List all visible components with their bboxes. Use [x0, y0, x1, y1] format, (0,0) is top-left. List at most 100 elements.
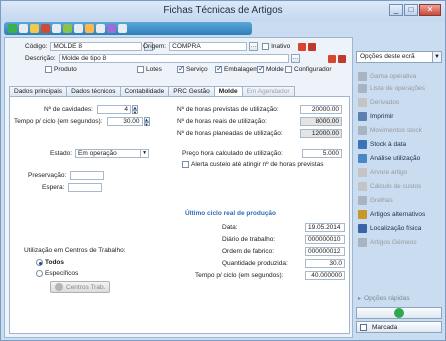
ordem-field: 000000012 [305, 247, 345, 256]
codigo-field[interactable]: MOLDE 8 [50, 42, 143, 51]
side-artigos-alternativos[interactable]: Artigos alternativos [356, 209, 442, 220]
toolbar [4, 22, 252, 35]
lotes-check[interactable]: Lotes [137, 66, 162, 73]
application-window: Fichas Técnicas de Artigos _ □ ✕ Código:… [0, 0, 446, 341]
delete-icon[interactable] [41, 24, 50, 33]
molde-checkbox[interactable] [257, 64, 265, 73]
lista-operacoes-icon [358, 84, 367, 93]
radio-especificos[interactable]: Específicos [36, 270, 78, 277]
servico-checkbox[interactable] [177, 64, 185, 73]
espera-field[interactable] [68, 183, 103, 192]
ultimo-ciclo-title: Último ciclo real de produção [185, 210, 277, 217]
lotes-checkbox[interactable] [137, 66, 144, 73]
centros-trab-button: Centros Trab. [50, 281, 111, 293]
side-artigos-gemeos: Artigos Gémeos [356, 237, 442, 248]
inativo-checkbox[interactable] [262, 43, 270, 50]
molde-label: Molde [266, 66, 284, 73]
print-icon[interactable] [107, 24, 116, 33]
tree-icon [358, 168, 367, 177]
produto-checkbox[interactable] [45, 66, 52, 73]
side-lista-operacoes: Lista de operações [356, 83, 442, 94]
alerta-checkbox[interactable] [182, 161, 189, 168]
radio-todos[interactable]: Todos [36, 259, 64, 266]
embalagem-check[interactable]: Embalagem [215, 64, 259, 73]
help-icon[interactable] [118, 24, 127, 33]
preco-hora-field[interactable]: 5.000 [302, 149, 342, 158]
close-button[interactable]: ✕ [419, 4, 441, 16]
origem-lookup-button[interactable]: … [249, 42, 259, 51]
previous-record-icon[interactable] [63, 24, 72, 33]
todos-radio[interactable] [36, 259, 43, 266]
maximize-button[interactable]: □ [404, 4, 418, 16]
search-icon[interactable] [96, 24, 105, 33]
produto-check[interactable]: Produto [45, 66, 77, 73]
ultimo-ciclo-section: Último ciclo real de produção [185, 210, 276, 217]
side-artigos-alternativos-label: Artigos alternativos [370, 211, 426, 218]
tab-contabilidade[interactable]: Contabilidade [119, 86, 170, 96]
tempo-ciclo-field[interactable]: 30.00 [106, 117, 143, 126]
open-icon[interactable] [19, 24, 28, 33]
refresh-button[interactable] [356, 307, 442, 319]
chevron-down-icon[interactable]: ▼ [432, 52, 441, 62]
lotes-label: Lotes [146, 66, 162, 73]
espera-row: Espera: [42, 183, 103, 192]
next-record-icon[interactable] [74, 24, 83, 33]
descricao-field[interactable]: Molde de tipo 8 [58, 54, 289, 63]
marcada-button[interactable]: Marcada [356, 321, 442, 333]
chevron-down-icon[interactable]: ▼ [140, 150, 148, 157]
side-calculo-custos: Cálculo de custos [356, 181, 442, 192]
origem-field[interactable]: COMPRA [169, 42, 248, 51]
quick-options[interactable]: ▸ Opções rápidas [356, 293, 442, 304]
side-stock-data-label: Stock à data [370, 141, 407, 148]
side-imprimir[interactable]: Imprimir [356, 111, 442, 122]
tab-dados-principais[interactable]: Dados principais [9, 86, 68, 96]
record-lock-icon [308, 42, 317, 51]
especificos-radio[interactable] [36, 270, 43, 277]
attachment-icon[interactable] [327, 54, 336, 63]
options-select[interactable]: Opções deste ecrã ▼ [356, 51, 442, 63]
produto-label: Produto [54, 66, 77, 73]
cavidades-stepper[interactable]: ▲ ▼ [132, 105, 138, 114]
side-analise-utilizacao[interactable]: Análise utilização [356, 153, 442, 164]
last-record-icon[interactable] [85, 24, 94, 33]
preservacao-row: Preservação: [28, 171, 105, 180]
tempo-ciclo-label: Tempo p/ ciclo (em segundos): [14, 118, 103, 125]
configurador-check[interactable]: Configurador [285, 66, 332, 73]
horas-previstas-field[interactable]: 20000.00 [300, 105, 342, 114]
tab-dados-tecnicos[interactable]: Dados técnicos [66, 86, 121, 96]
estado-select[interactable]: Em operação ▼ [75, 149, 150, 158]
utilizacao-label: Utilização em Centros de Trabalho: [24, 247, 126, 254]
save-icon[interactable] [30, 24, 39, 33]
alerta-row[interactable]: Alerta custeio até atingir nº de horas p… [182, 161, 323, 168]
minimize-button[interactable]: _ [389, 4, 403, 16]
configurador-checkbox[interactable] [285, 66, 292, 73]
side-imprimir-label: Imprimir [370, 113, 394, 120]
new-record-icon[interactable] [8, 24, 17, 33]
side-analise-utilizacao-label: Análise utilização [370, 155, 421, 162]
diario-row: Diário de trabalho: 000000010 [222, 235, 345, 244]
first-record-icon[interactable] [52, 24, 61, 33]
embalagem-checkbox[interactable] [215, 64, 223, 73]
gama-operativa-icon [358, 72, 367, 81]
descricao-lookup-button[interactable]: … [290, 54, 300, 63]
horas-reais-field: 8000.00 [300, 117, 342, 126]
horas-planeadas-row: Nº de horas planeadas de utilização: 120… [177, 129, 342, 138]
notes-icon[interactable] [337, 54, 346, 63]
tab-prc-gestao[interactable]: PRC Gestão [168, 86, 215, 96]
horas-previstas-label: Nº de horas previstas de utilização: [177, 106, 279, 113]
utilizacao-section: Utilização em Centros de Trabalho: [24, 247, 126, 254]
codigo-label: Código: [25, 43, 48, 50]
molde-check[interactable]: Molde [257, 64, 284, 73]
options-panel: Opções deste ecrã ▼ Gama operativa Lista… [356, 37, 444, 338]
marcada-checkbox[interactable] [360, 323, 367, 331]
title-bar: Fichas Técnicas de Artigos _ □ ✕ [1, 1, 445, 21]
servico-label: Serviço [186, 66, 208, 73]
side-stock-data[interactable]: Stock à data [356, 139, 442, 150]
side-localizacao-fisica[interactable]: Localização física [356, 223, 442, 234]
preservacao-field[interactable] [70, 171, 105, 180]
servico-check[interactable]: Serviço [177, 64, 208, 73]
cavidades-field[interactable]: 4 [97, 105, 131, 114]
marcada-label: Marcada [372, 323, 398, 331]
tempo-ciclo-stepper[interactable]: ▲ ▼ [143, 117, 150, 126]
tempo-ciclo-row: Tempo p/ ciclo (em segundos): 30.00 ▲ ▼ [14, 117, 150, 126]
